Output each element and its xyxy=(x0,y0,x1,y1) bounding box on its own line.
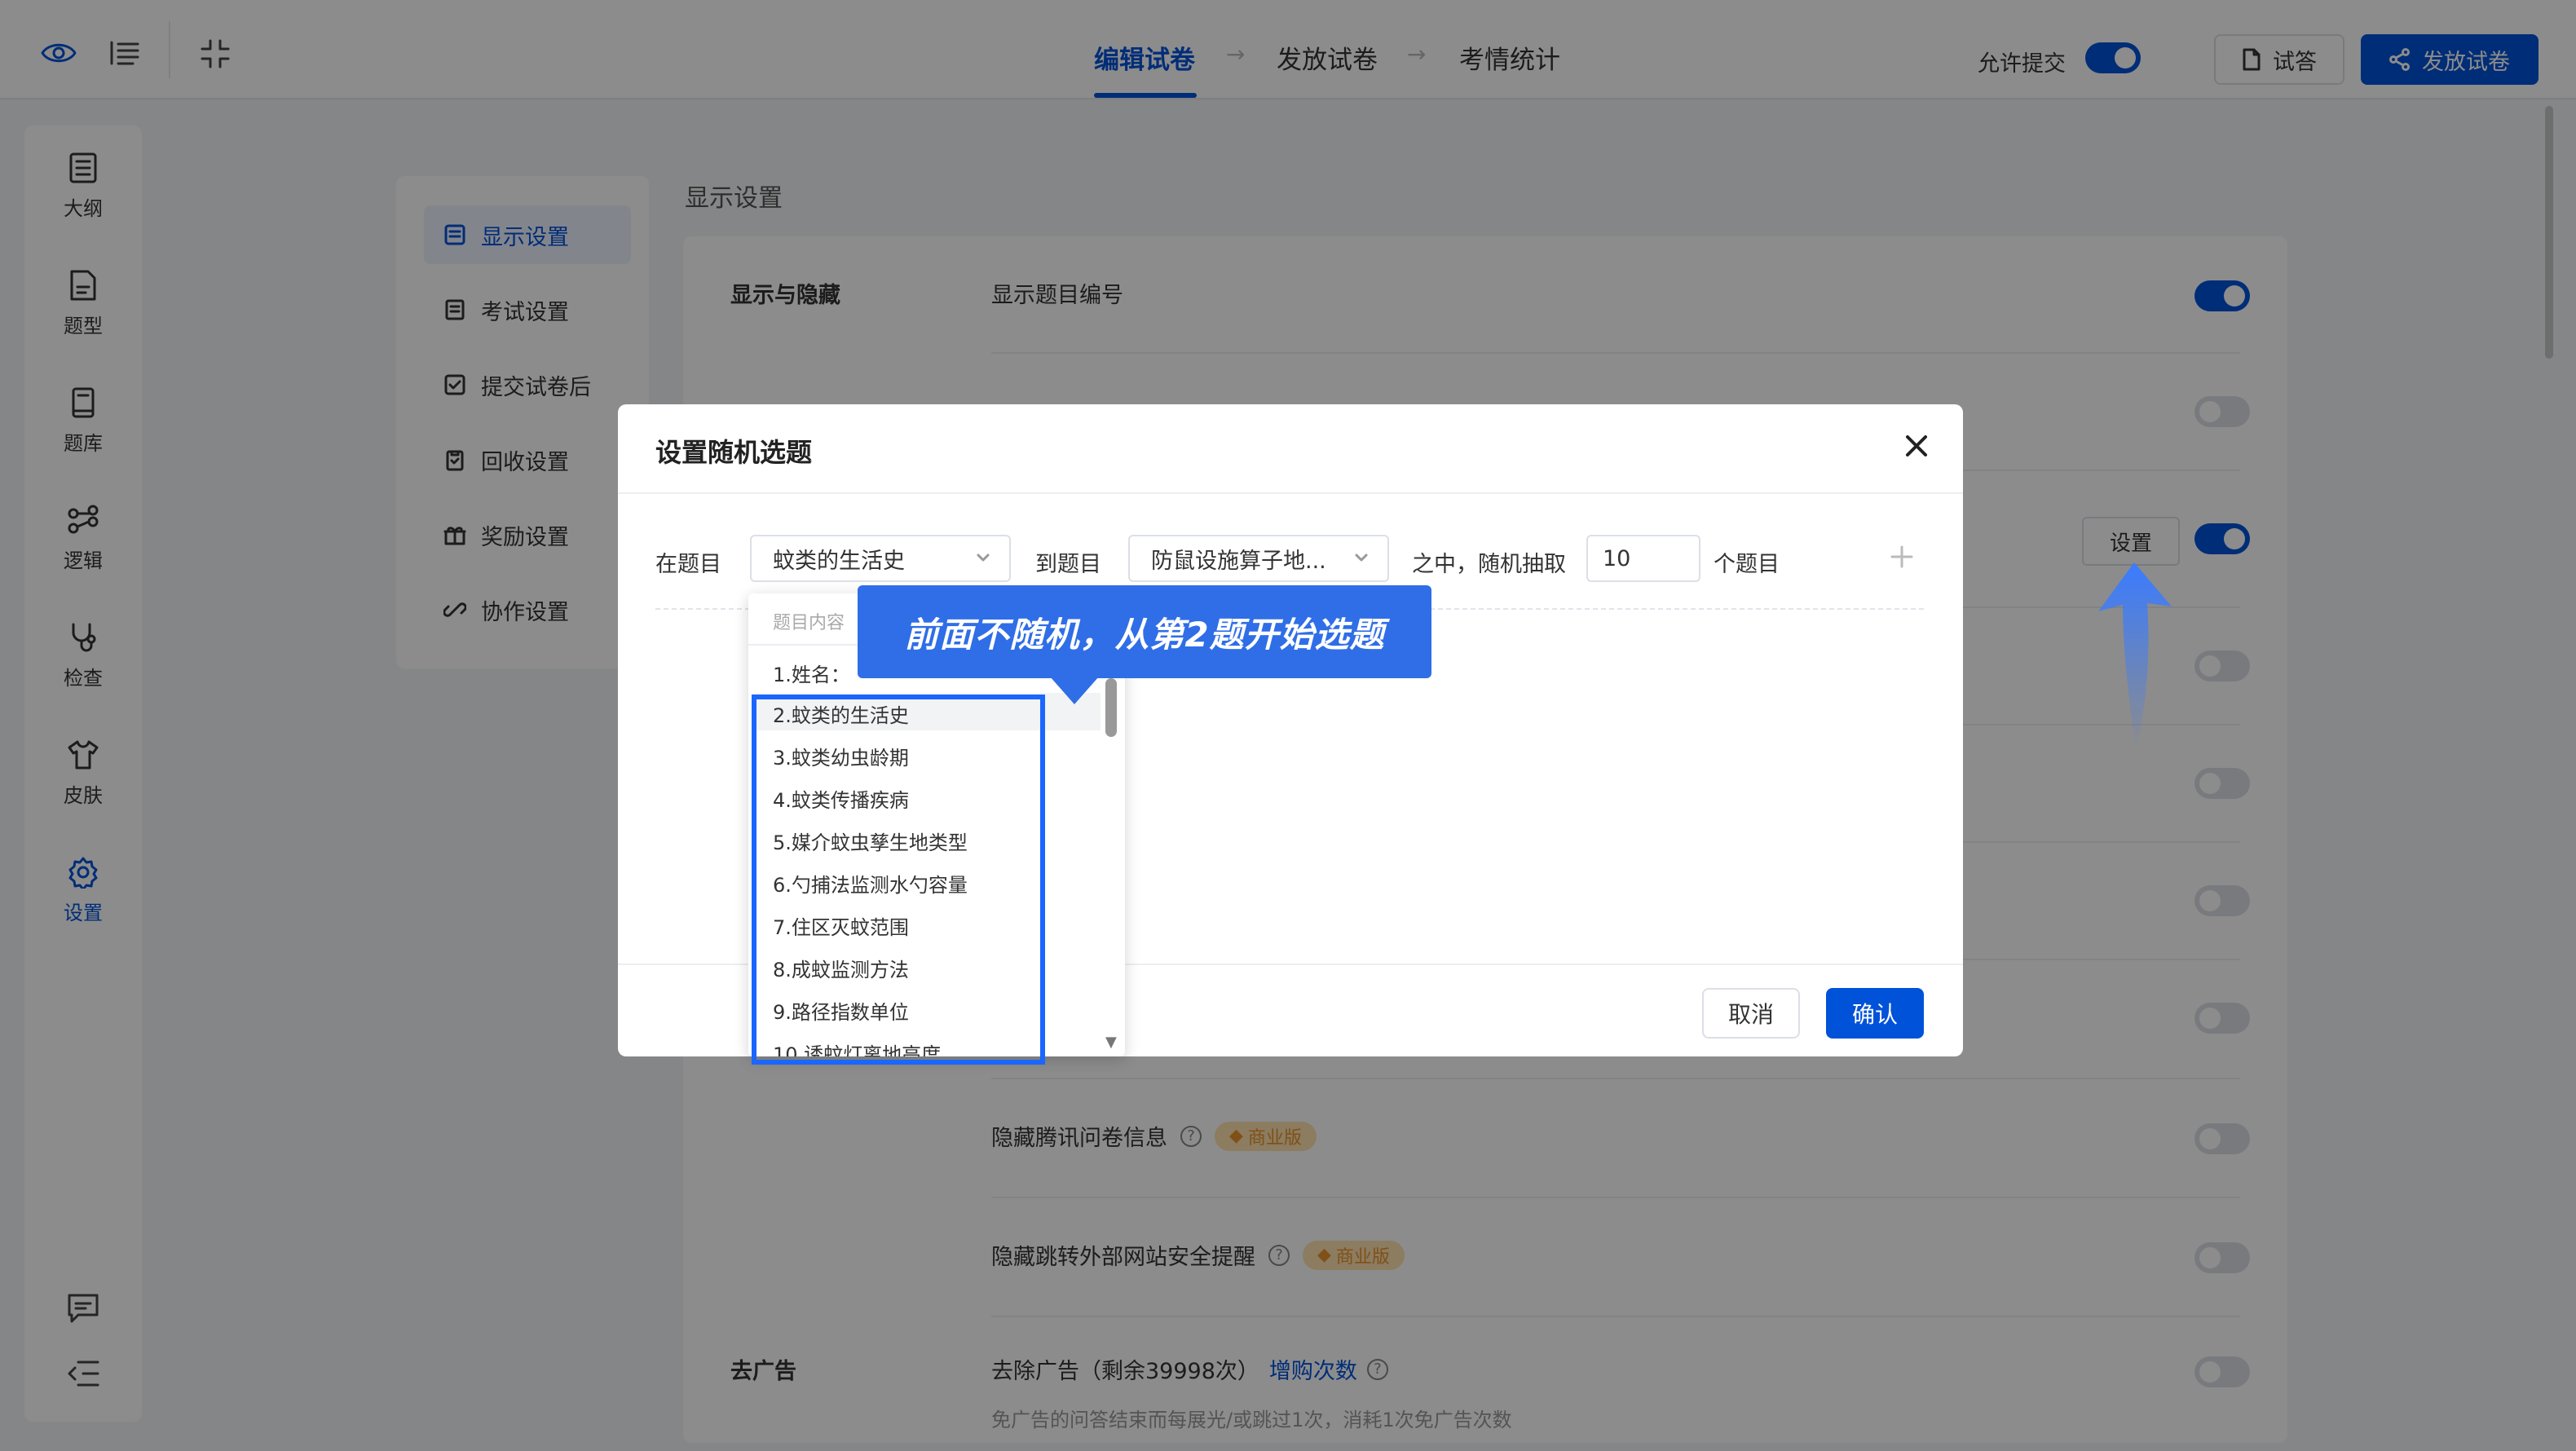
unit-label: 个题目 xyxy=(1714,552,1780,577)
highlight-box xyxy=(752,695,1045,1065)
from-label: 在题目 xyxy=(655,552,721,577)
from-question-select[interactable]: 蚊类的生活史 xyxy=(750,535,1011,582)
dropdown-scrollbar[interactable] xyxy=(1105,678,1117,737)
close-icon[interactable] xyxy=(1904,434,1929,458)
cancel-button[interactable]: 取消 xyxy=(1702,988,1800,1039)
confirm-button[interactable]: 确认 xyxy=(1826,988,1924,1039)
add-rule-icon[interactable] xyxy=(1890,545,1914,569)
to-question-value: 防鼠设施算子地... xyxy=(1151,548,1326,574)
callout-tooltip: 前面不随机，从第2题开始选题 xyxy=(858,585,1431,704)
chevron-down-icon xyxy=(1353,549,1370,566)
mid-label: 之中，随机抽取 xyxy=(1412,552,1566,577)
dropdown-option[interactable]: 1.姓名： xyxy=(773,659,850,687)
to-question-select[interactable]: 防鼠设施算子地... xyxy=(1128,535,1389,582)
scroll-down-icon[interactable]: ▼ xyxy=(1105,1034,1117,1051)
chevron-down-icon xyxy=(975,549,991,566)
from-question-value: 蚊类的生活史 xyxy=(773,548,905,574)
app-root: 编辑试卷 → 发放试卷 → 考情统计 允许提交 试答 发放试卷 大纲 题型 题库 xyxy=(0,0,2576,1451)
hint-arrow-icon xyxy=(2093,562,2183,758)
to-label: 到题目 xyxy=(1035,552,1101,577)
random-count-input[interactable]: 10 xyxy=(1586,535,1700,582)
dropdown-search-input[interactable]: 题目内容 xyxy=(773,608,845,634)
modal-header-divider xyxy=(618,492,1963,494)
modal-title: 设置随机选题 xyxy=(655,437,813,468)
